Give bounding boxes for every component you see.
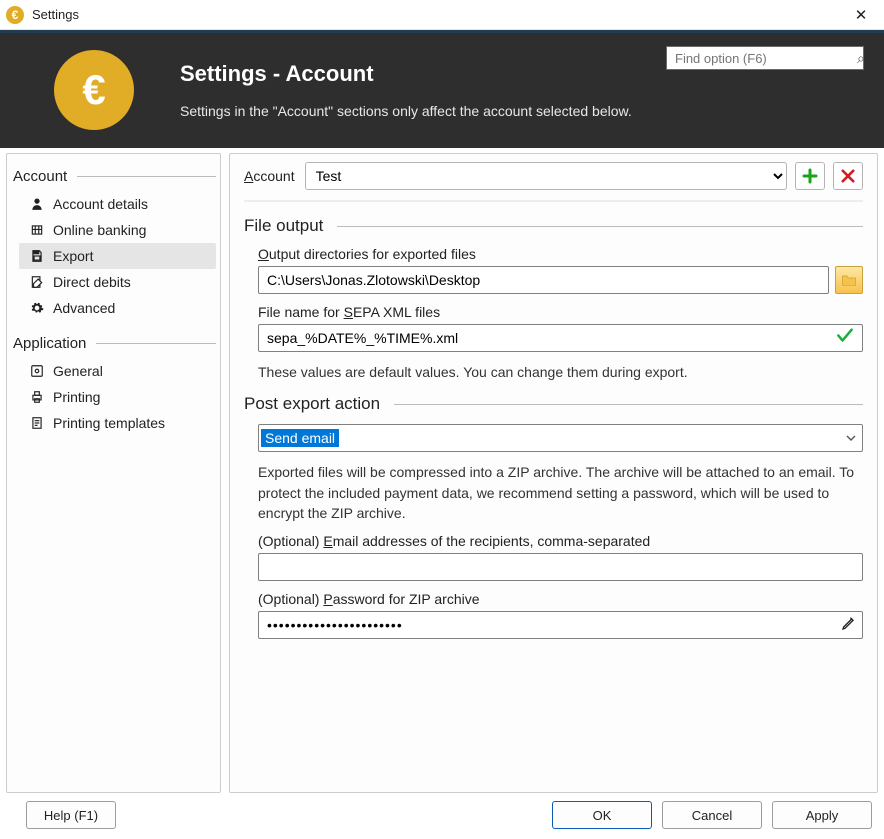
window-titlebar: € Settings ✕ [0, 0, 884, 30]
post-export-description: Exported files will be compressed into a… [258, 462, 863, 523]
zip-password-label: (Optional) Password for ZIP archive [258, 591, 863, 607]
sidebar-item-printing[interactable]: Printing [19, 384, 216, 410]
find-option-box[interactable]: ⌕ [666, 46, 864, 70]
valid-check-icon [835, 326, 855, 351]
post-export-selected-value: Send email [261, 429, 339, 447]
template-doc-icon [27, 416, 47, 430]
account-select[interactable]: Test [305, 162, 787, 190]
add-account-button[interactable] [795, 162, 825, 190]
post-export-action-select[interactable]: Send email [258, 424, 863, 452]
app-coin-icon: € [6, 6, 24, 24]
window-close-button[interactable]: ✕ [838, 0, 884, 30]
sepa-file-label: File name for SEPA XML files [258, 304, 863, 320]
account-label: Account [244, 168, 295, 184]
edit-doc-icon [27, 275, 47, 289]
apply-button[interactable]: Apply [772, 801, 872, 829]
settings-sidebar: Account Account details Online banking E… [6, 153, 221, 793]
output-dir-label: Output directories for exported files [258, 246, 863, 262]
settings-header: € Settings - Account Settings in the "Ac… [0, 30, 884, 148]
person-icon [27, 197, 47, 211]
browse-folder-button[interactable] [835, 266, 863, 294]
sepa-filename-input[interactable] [258, 324, 863, 352]
sidebar-item-label: Account details [53, 196, 148, 212]
section-post-export-label: Post export action [244, 394, 380, 414]
zip-password-input[interactable] [258, 611, 863, 639]
output-dir-input[interactable] [258, 266, 829, 294]
sidebar-item-general[interactable]: General [19, 358, 216, 384]
sidebar-group-account: Account [13, 168, 216, 185]
sidebar-item-export[interactable]: Export [19, 243, 216, 269]
section-post-export: Post export action [244, 394, 863, 414]
sidebar-item-label: General [53, 363, 103, 379]
sidebar-group-application-label: Application [13, 335, 86, 352]
bank-icon [27, 223, 47, 237]
save-icon [27, 249, 47, 263]
sidebar-item-account-details[interactable]: Account details [19, 191, 216, 217]
section-file-output: File output [244, 216, 863, 236]
defaults-note: These values are default values. You can… [258, 362, 863, 382]
delete-account-button[interactable] [833, 162, 863, 190]
sidebar-item-label: Printing [53, 389, 100, 405]
sidebar-item-label: Export [53, 248, 93, 264]
header-coin-icon: € [54, 50, 134, 130]
edit-password-icon[interactable] [841, 615, 857, 635]
sidebar-item-advanced[interactable]: Advanced [19, 295, 216, 321]
sidebar-item-online-banking[interactable]: Online banking [19, 217, 216, 243]
ok-button[interactable]: OK [552, 801, 652, 829]
help-button[interactable]: Help (F1) [26, 801, 116, 829]
sidebar-item-direct-debits[interactable]: Direct debits [19, 269, 216, 295]
email-recipients-input[interactable] [258, 553, 863, 581]
page-description: Settings in the "Account" sections only … [180, 103, 870, 119]
printer-icon [27, 390, 47, 404]
sidebar-item-label: Online banking [53, 222, 146, 238]
search-icon: ⌕ [857, 50, 865, 67]
sidebar-group-account-label: Account [13, 168, 67, 185]
window-title: Settings [32, 7, 838, 22]
settings-gear-icon [27, 364, 47, 378]
settings-content: Account Test File output Output director… [229, 153, 878, 793]
cancel-button[interactable]: Cancel [662, 801, 762, 829]
sidebar-item-label: Printing templates [53, 415, 165, 431]
find-option-input[interactable] [673, 50, 853, 67]
chevron-down-icon [840, 432, 856, 444]
account-selector-row: Account Test [244, 162, 863, 202]
gear-icon [27, 301, 47, 315]
sidebar-item-label: Advanced [53, 300, 115, 316]
sidebar-item-printing-templates[interactable]: Printing templates [19, 410, 216, 436]
email-recipients-label: (Optional) Email addresses of the recipi… [258, 533, 863, 549]
section-file-output-label: File output [244, 216, 323, 236]
sidebar-item-label: Direct debits [53, 274, 131, 290]
sidebar-group-application: Application [13, 335, 216, 352]
dialog-footer: Help (F1) OK Cancel Apply [0, 793, 884, 839]
